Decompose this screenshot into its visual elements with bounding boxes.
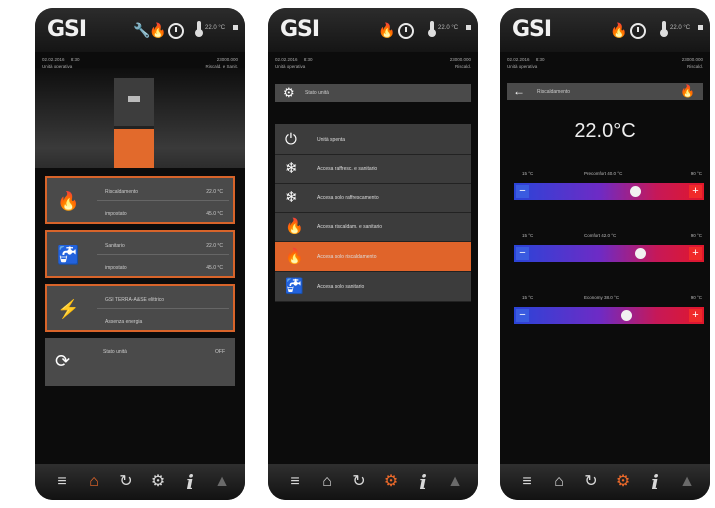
clock-icon[interactable]: [630, 23, 646, 39]
gear-icon: ⚙: [283, 85, 295, 100]
tap-icon: 🚰: [57, 245, 80, 265]
heating-header: ← Riscaldamento 🔥: [507, 83, 703, 100]
settings-icon[interactable]: ⚙: [382, 473, 400, 491]
increase-button[interactable]: +: [689, 309, 702, 322]
info-icon[interactable]: i: [181, 472, 199, 492]
menu-item-heat-sanitary[interactable]: 🔥 Accesa riscaldam. e sanitario: [275, 212, 471, 242]
brand-logo: GSI: [280, 17, 320, 42]
card-unit-state[interactable]: ⟳ Stato unità OFF: [45, 338, 235, 386]
refresh-icon[interactable]: ↻: [350, 473, 368, 491]
clock-icon[interactable]: [168, 23, 184, 39]
bottom-nav-bar: ≡ ⌂ ↻ ⚙ i ▲: [35, 464, 245, 500]
top-status-bar: GSI 🔥 22.0 °C: [268, 8, 478, 52]
refresh-icon[interactable]: ↻: [582, 473, 600, 491]
home-icon[interactable]: ⌂: [550, 473, 568, 491]
current-temperature: 22.0°C: [574, 120, 636, 142]
flame-icon: 🔥: [149, 22, 167, 38]
bottom-nav-bar: ≡ ⌂ ↻ ⚙ i ▲: [268, 464, 478, 500]
menu-item-sanitary-only[interactable]: 🚰 Accesa solo sanitario: [275, 272, 471, 302]
phone-heating-screen: GSI 🔥 22.0 °C 02.02.2016 8:30 23000.000 …: [500, 8, 710, 500]
info-line-2: Unità operativa Riscald.: [507, 64, 703, 69]
decrease-button[interactable]: −: [516, 185, 529, 198]
clock-icon[interactable]: [398, 23, 414, 39]
slider-comfort[interactable]: − +: [514, 245, 704, 262]
card-sanitary[interactable]: 🚰 Sanitario 22.0 °C impostato 45.0 °C: [45, 230, 235, 278]
snowflake-icon: ❄: [285, 189, 298, 206]
status-indicator-icon: [466, 25, 471, 30]
flame-icon: 🔥: [378, 22, 396, 38]
thermometer-icon: [660, 21, 668, 37]
top-status-bar: GSI 🔥 22.0 °C: [500, 8, 710, 52]
menu-item-heat-only[interactable]: 🔥 Accesa solo riscaldamento: [275, 242, 471, 272]
info-icon[interactable]: i: [646, 472, 664, 492]
menu-icon[interactable]: ≡: [286, 473, 304, 491]
top-temperature: 22.0 °C: [438, 25, 459, 31]
slider-knob[interactable]: [620, 310, 632, 321]
back-arrow-icon[interactable]: ←: [513, 83, 525, 100]
menu-item-cool-sanitary[interactable]: ❄ Accesa raffresc. e sanitario: [275, 154, 471, 184]
tap-icon: 🚰: [285, 278, 304, 295]
thermometer-icon: [428, 21, 436, 37]
status-indicator-icon: [698, 25, 703, 30]
menu-item-unit-off[interactable]: ⏻ Unità spenta: [275, 125, 471, 155]
boiler-image: [114, 78, 154, 168]
flame-icon: 🔥: [57, 191, 80, 211]
brand-logo: GSI: [47, 17, 87, 42]
flame-icon: 🔥: [610, 22, 628, 38]
top-temperature: 22.0 °C: [205, 25, 226, 31]
flame-icon: 🔥: [285, 248, 304, 265]
flame-icon: 🔥: [285, 218, 304, 235]
info-icon[interactable]: i: [414, 472, 432, 492]
top-status-bar: GSI 🔧 🔥 22.0 °C: [35, 8, 245, 52]
snowflake-icon: ❄: [285, 160, 298, 177]
menu-item-cool-only[interactable]: ❄ Accesa solo raffrescamento: [275, 183, 471, 213]
home-icon[interactable]: ⌂: [85, 473, 103, 491]
card-energy[interactable]: ⚡ GSI TERRA-A&SE elittrico Assenza energ…: [45, 284, 235, 332]
power-cycle-icon: ⟳: [55, 351, 71, 371]
status-indicator-icon: [233, 25, 238, 30]
phone-unit-state-screen: GSI 🔥 22.0 °C 02.02.2016 8:30 23000.000 …: [268, 8, 478, 500]
info-line-1: 02.02.2016 8:30 23000.000: [275, 57, 471, 62]
alarm-icon[interactable]: ▲: [678, 473, 696, 491]
info-line-1: 02.02.2016 8:30 23000.000: [507, 57, 703, 62]
settings-icon[interactable]: ⚙: [614, 473, 632, 491]
home-icon[interactable]: ⌂: [318, 473, 336, 491]
top-temperature: 22.0 °C: [670, 25, 691, 31]
info-line-2: Unità operativa Riscald.: [275, 64, 471, 69]
power-icon: ⏻: [285, 131, 297, 148]
flame-icon: 🔥: [680, 84, 695, 98]
decrease-button[interactable]: −: [516, 309, 529, 322]
slider-knob[interactable]: [629, 186, 641, 197]
increase-button[interactable]: +: [689, 247, 702, 260]
alarm-icon[interactable]: ▲: [213, 473, 231, 491]
slider-knob[interactable]: [635, 248, 647, 259]
unit-state-menu: ⏻ Unità spenta ❄ Accesa raffresc. e sani…: [275, 124, 471, 302]
phone-home-screen: GSI 🔧 🔥 22.0 °C 02.02.2016 8:30 23000.00…: [35, 8, 245, 500]
unit-state-header: ⚙ Stato unità: [275, 84, 471, 102]
menu-icon[interactable]: ≡: [518, 473, 536, 491]
tap-icon: 🔧: [133, 22, 151, 38]
slider-economy[interactable]: − +: [514, 307, 704, 324]
slider-precomfort[interactable]: − +: [514, 183, 704, 200]
card-heating[interactable]: 🔥 Riscaldamento 22.0 °C impostato 45.0 °…: [45, 176, 235, 224]
refresh-icon[interactable]: ↻: [117, 473, 135, 491]
alarm-icon[interactable]: ▲: [446, 473, 464, 491]
increase-button[interactable]: +: [689, 185, 702, 198]
bottom-nav-bar: ≡ ⌂ ↻ ⚙ i ▲: [500, 464, 710, 500]
menu-icon[interactable]: ≡: [53, 473, 71, 491]
brand-logo: GSI: [512, 17, 552, 42]
settings-icon[interactable]: ⚙: [149, 473, 167, 491]
info-line-1: 02.02.2016 8:30 23000.000: [42, 57, 238, 62]
lightning-icon: ⚡: [57, 299, 80, 319]
thermometer-icon: [195, 21, 203, 37]
decrease-button[interactable]: −: [516, 247, 529, 260]
